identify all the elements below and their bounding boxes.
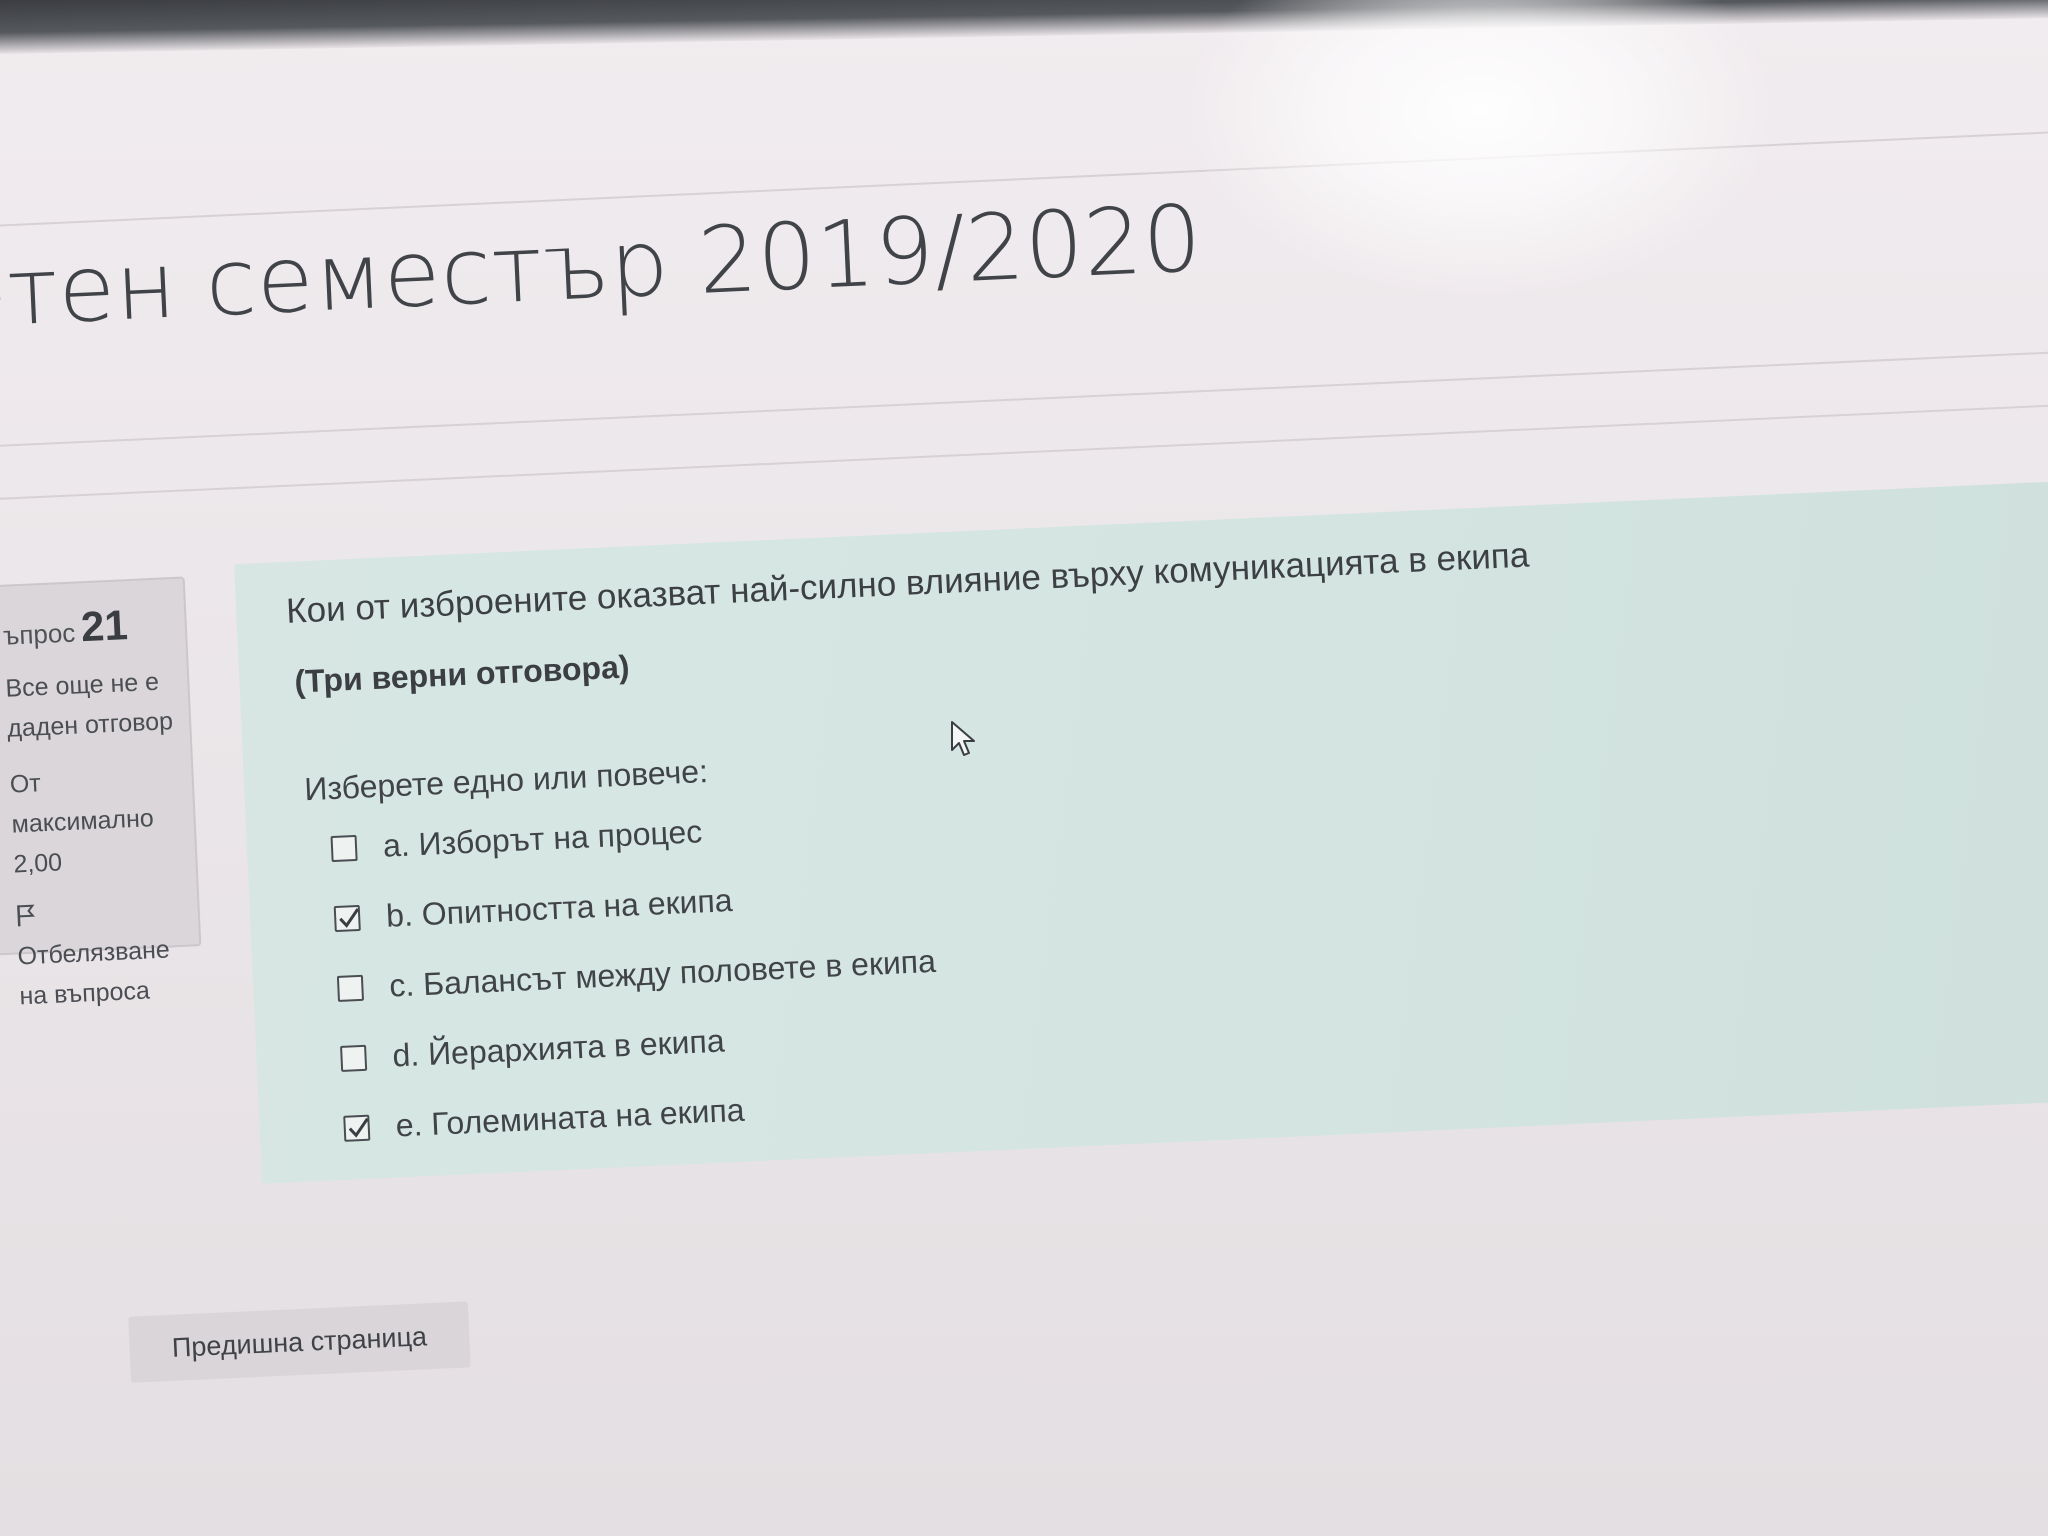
screen: , летен семестър 2019/2020 ъпрос 21 Все … — [0, 0, 2048, 1536]
question-number: 21 — [79, 601, 129, 651]
page-content: , летен семестър 2019/2020 ъпрос 21 Все … — [0, 0, 2048, 1535]
answer-option-label: d. Йерархията в екипа — [391, 1022, 726, 1074]
question-number-row: ъпрос 21 — [2, 599, 170, 654]
question-info-box: ъпрос 21 Все още не е даден отговор От м… — [0, 576, 202, 1010]
header-divider-bottom — [0, 398, 2048, 501]
checkbox-unchecked[interactable] — [336, 974, 364, 1002]
answer-option[interactable]: a. Изборът на процес — [330, 813, 703, 867]
checkbox-unchecked[interactable] — [340, 1044, 368, 1072]
question-content-box: Кои от изброените оказват най-силно влия… — [234, 478, 2048, 1184]
flag-question-link[interactable]: Отбелязване на въпроса — [15, 889, 186, 1016]
flag-icon — [15, 899, 36, 927]
answer-options: a. Изборът на процес b. Опитността на еки… — [234, 478, 2048, 1143]
checkbox-unchecked[interactable] — [330, 834, 358, 862]
answer-option-label: a. Изборът на процес — [382, 813, 703, 864]
previous-page-button[interactable]: Предишна страница — [128, 1301, 471, 1383]
question-note: (Три верни отговора) — [293, 648, 631, 700]
checkmark-icon — [348, 1117, 369, 1138]
answer-option[interactable]: e. Големината на екипа — [343, 1092, 745, 1147]
answer-option-label: c. Балансът между половете в екипа — [388, 942, 937, 1004]
question-max-mark: От максимално 2,00 — [9, 769, 155, 879]
question-text: Кои от изброените оказват най-силно влия… — [285, 535, 1531, 631]
choose-instruction: Изберете едно или повече: — [303, 752, 709, 808]
page-title: , летен семестър 2019/2020 — [0, 185, 1205, 354]
checkmark-icon — [339, 907, 360, 928]
mouse-cursor-icon — [950, 720, 980, 765]
answer-option[interactable]: b. Опитността на екипа — [333, 882, 733, 937]
answer-option[interactable]: c. Балансът между половете в екипа — [336, 942, 937, 1007]
answer-option[interactable]: d. Йерархията в екипа — [340, 1023, 726, 1077]
header-divider-middle — [0, 345, 2048, 448]
answer-option-label: b. Опитността на екипа — [385, 881, 734, 934]
answer-option-label: e. Големината на екипа — [394, 1091, 746, 1144]
question-prefix: ъпрос — [2, 617, 76, 651]
question-status: Все още не е даден отговор — [4, 667, 174, 743]
checkbox-checked[interactable] — [333, 904, 361, 932]
checkbox-checked[interactable] — [343, 1114, 371, 1142]
flag-label: Отбелязване на въпроса — [17, 935, 171, 1011]
